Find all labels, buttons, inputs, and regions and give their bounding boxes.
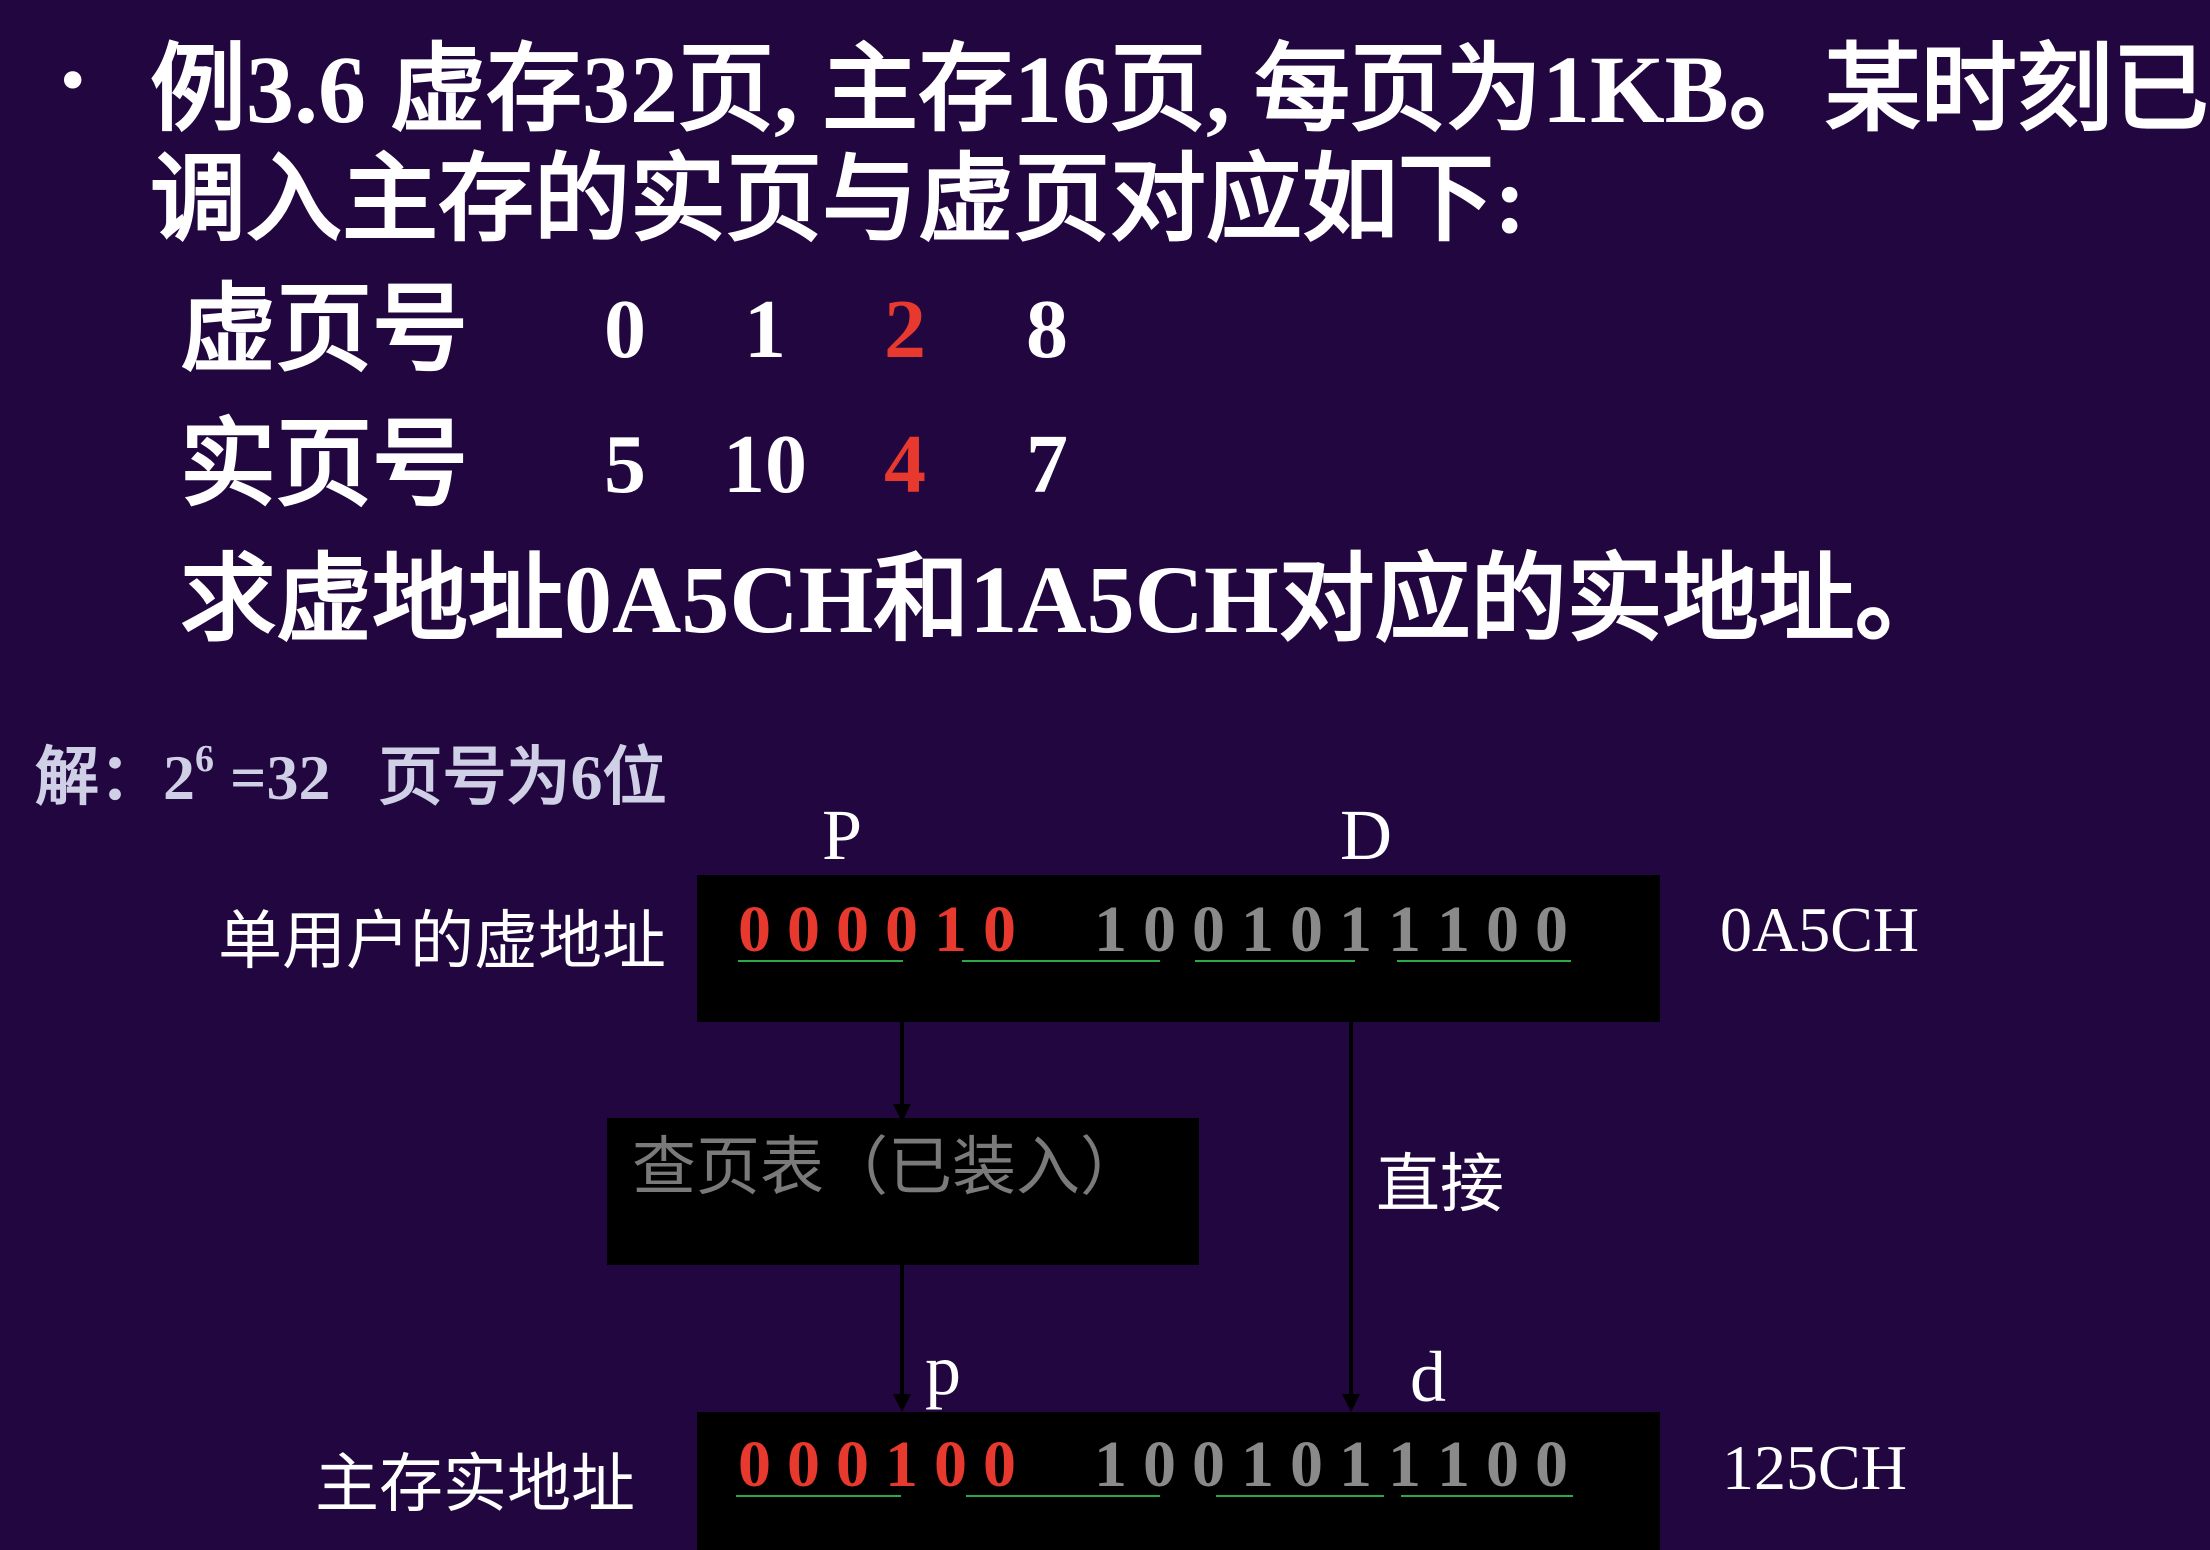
virtual-page-2: 2 (884, 283, 926, 376)
real-bit: 0 (738, 1428, 771, 1501)
bit-group-underline (962, 960, 1160, 962)
solution-suffix: =32 页号为6位 (214, 742, 667, 813)
virtual-bit: 1 (1094, 893, 1127, 966)
real-bit: 1 (885, 1428, 918, 1501)
page-table-lookup-label: 查页表（已装入） (632, 1132, 1144, 1203)
real-bit: 1 (1339, 1428, 1372, 1501)
real-hex-label: 125CH (1722, 1432, 1907, 1503)
real-address-bits: 0 0 0 1 0 0 1 0 0 1 0 1 1 1 0 0 (730, 1425, 1576, 1505)
virtual-bit: 1 (934, 893, 967, 966)
virtual-bit: 0 (738, 893, 771, 966)
real-bit: 0 (1535, 1428, 1568, 1501)
bit-group-underline (738, 960, 903, 962)
bit-group-underline (736, 1495, 901, 1497)
virtual-page-3: 8 (1026, 283, 1068, 376)
real-address-label: 主存实地址 (315, 1449, 635, 1520)
solution-exponent: 6 (195, 738, 214, 780)
virtual-address-label: 单用户的虚地址 (218, 906, 666, 977)
real-bit: 0 (983, 1428, 1016, 1501)
virtual-bit: 0 (983, 893, 1016, 966)
virtual-bit: 1 (1437, 893, 1470, 966)
real-bit: 1 (1437, 1428, 1470, 1501)
virtual-address-bits: 0 0 0 0 1 0 1 0 0 1 0 1 1 1 0 0 (730, 890, 1576, 970)
virtual-bit: 0 (1290, 893, 1323, 966)
direct-label: 直接 (1376, 1149, 1504, 1220)
real-bit: 0 (1143, 1428, 1176, 1501)
real-page-3: 7 (1026, 418, 1068, 511)
real-bit: 0 (1192, 1428, 1225, 1501)
direct-connector-line (1349, 1022, 1353, 1405)
real-page-2: 4 (884, 418, 926, 511)
real-bit: 0 (787, 1428, 820, 1501)
real-bit: 0 (836, 1428, 869, 1501)
virtual-page-0: 0 (604, 283, 646, 376)
heading-line-1: 例3.6 虚存32页, 主存16页, 每页为1KB。某时刻已 (150, 36, 2209, 143)
bit-group-underline (1401, 1495, 1573, 1497)
virtual-bit: 0 (836, 893, 869, 966)
virtual-page-1: 1 (744, 283, 786, 376)
virtual-bit: 0 (885, 893, 918, 966)
virtual-bit: 0 (1535, 893, 1568, 966)
bit-group-underline (966, 1495, 1160, 1497)
bullet-point: • (55, 47, 91, 117)
real-bit: 0 (1290, 1428, 1323, 1501)
real-bit: 1 (1241, 1428, 1274, 1501)
solution-prefix: 解：2 (35, 742, 195, 813)
heading-line-2: 调入主存的实页与虚页对应如下: (150, 146, 1526, 253)
real-page-1: 10 (723, 418, 807, 511)
virtual-bit: 0 (1486, 893, 1519, 966)
bit-group-underline (1397, 960, 1571, 962)
virtual-bit: 1 (1339, 893, 1372, 966)
real-bit: 0 (934, 1428, 967, 1501)
virtual-hex-label: 0A5CH (1720, 894, 1920, 965)
question-text: 求虚地址0A5CH和1A5CH对应的实地址。 (180, 546, 1951, 653)
p-upper-label: P (822, 795, 863, 875)
virtual-page-label: 虚页号 (180, 276, 468, 383)
real-bit: 0 (1486, 1428, 1519, 1501)
arrow-down-icon (1342, 1394, 1360, 1412)
real-bit: 1 (1094, 1428, 1127, 1501)
virtual-bit: 0 (787, 893, 820, 966)
virtual-bit: 1 (1388, 893, 1421, 966)
real-page-0: 5 (604, 418, 646, 511)
real-page-label: 实页号 (180, 411, 468, 518)
p-lower-label: p (925, 1330, 961, 1410)
solution-text: 解：26 =32 页号为6位 (35, 738, 666, 818)
bit-group-underline (1216, 1495, 1384, 1497)
bit-group-underline (1195, 960, 1355, 962)
connector-line (900, 1265, 904, 1405)
virtual-bit: 0 (1192, 893, 1225, 966)
real-bit: 1 (1388, 1428, 1421, 1501)
d-upper-label: D (1340, 795, 1392, 875)
arrow-down-icon (893, 1394, 911, 1412)
virtual-bit: 1 (1241, 893, 1274, 966)
d-lower-label: d (1410, 1337, 1446, 1417)
virtual-bit: 0 (1143, 893, 1176, 966)
